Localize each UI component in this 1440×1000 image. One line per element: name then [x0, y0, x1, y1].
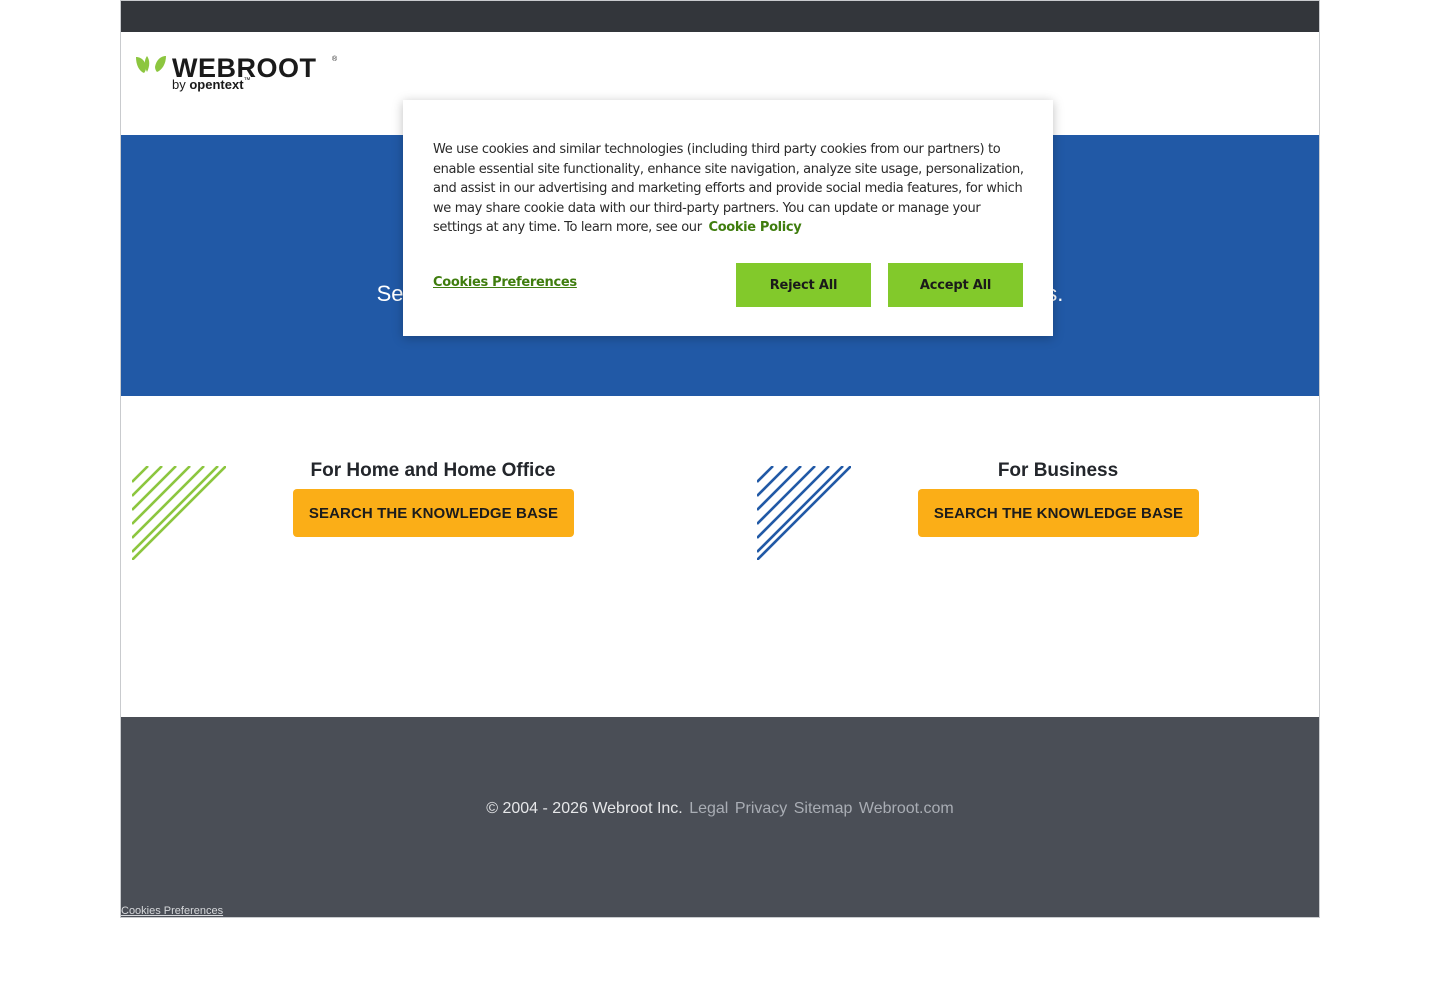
home-search-kb-button[interactable]: SEARCH THE KNOWLEDGE BASE — [293, 489, 574, 537]
blue-stripes-graphic — [757, 466, 851, 560]
footer-cookies-preferences-link[interactable]: Cookies Preferences — [121, 905, 223, 917]
home-card-title: For Home and Home Office — [310, 460, 556, 481]
green-stripes-graphic — [132, 466, 226, 560]
top-bar — [121, 1, 1319, 32]
footer-link-webroot[interactable]: Webroot.com — [859, 800, 954, 817]
reject-all-button[interactable]: Reject All — [736, 263, 871, 307]
cookie-consent-banner: We use cookies and similar technologies … — [403, 100, 1053, 336]
footer-copyright: © 2004 - 2026 Webroot Inc. — [486, 800, 683, 817]
accept-all-button[interactable]: Accept All — [888, 263, 1023, 307]
footer-links-row: © 2004 - 2026 Webroot Inc. Legal Privacy… — [121, 800, 1319, 818]
logo-byline: by opentext™ — [172, 77, 251, 92]
logo-byline-brand: opentext — [189, 77, 244, 92]
cookie-consent-text: We use cookies and similar technologies … — [433, 140, 1033, 238]
footer-link-legal[interactable]: Legal — [689, 800, 728, 817]
business-search-kb-button[interactable]: SEARCH THE KNOWLEDGE BASE — [918, 489, 1199, 537]
webroot-logo[interactable]: WEBROOT ® by opentext™ — [136, 53, 346, 94]
logo-byline-tm: ™ — [243, 77, 251, 84]
product-cards: For Home and Home Office SEARCH THE KNOW… — [121, 396, 1319, 717]
footer-link-sitemap[interactable]: Sitemap — [794, 800, 853, 817]
cookies-preferences-link[interactable]: Cookies Preferences — [433, 275, 577, 290]
webroot-leaf-icon — [136, 56, 166, 73]
logo-trademark: ® — [332, 56, 338, 63]
site-footer: © 2004 - 2026 Webroot Inc. Legal Privacy… — [121, 717, 1319, 917]
cookie-policy-link[interactable]: Cookie Policy — [709, 220, 802, 235]
business-card-title: For Business — [997, 460, 1119, 481]
logo-byline-prefix: by — [172, 77, 186, 92]
footer-link-privacy[interactable]: Privacy — [735, 800, 787, 817]
